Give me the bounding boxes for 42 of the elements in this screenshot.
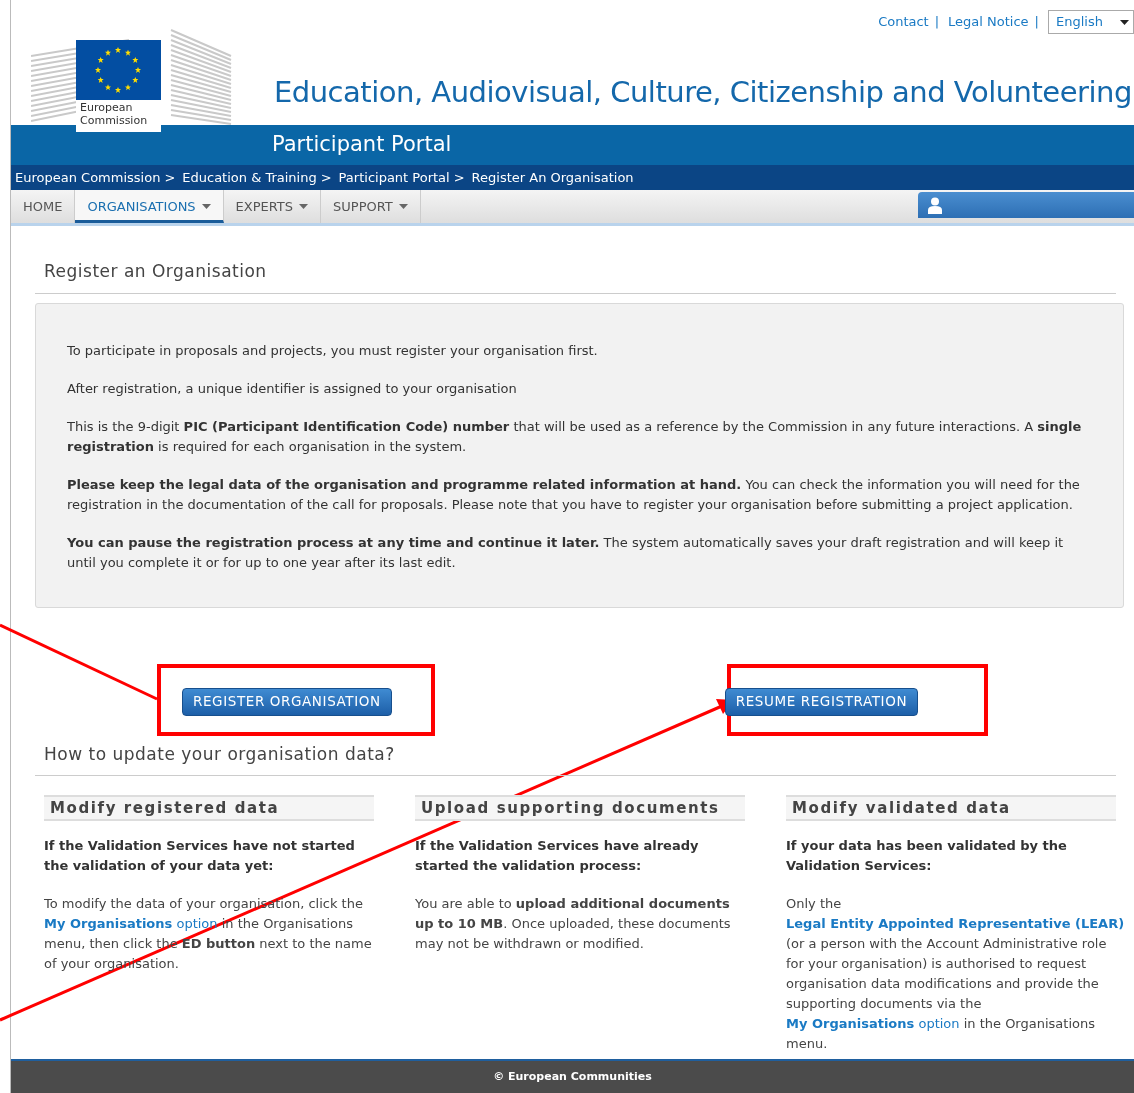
info-paragraph: To participate in proposals and projects, you must register your organisation first. xyxy=(67,341,599,360)
logo-caption: European Commission xyxy=(76,100,161,132)
breadcrumb-separator: > xyxy=(320,168,332,187)
inline-link[interactable]: Legal Entity Appointed Representative (LEAR) xyxy=(786,916,1125,931)
column-heading: Modify registered data xyxy=(44,795,374,821)
nav-tab[interactable]: ORGANISATIONS xyxy=(75,190,224,223)
action-button[interactable]: RESUME REGISTRATION xyxy=(724,687,919,716)
top-link[interactable]: Contact xyxy=(878,12,929,32)
column-text: You are able to upload additional documents up to 10 MB. Once uploaded, these documents may not be withdrawn or modified. xyxy=(415,895,732,953)
footer-text: © European Communities xyxy=(493,1068,652,1085)
language-select[interactable]: English xyxy=(1048,10,1134,34)
user-field[interactable] xyxy=(918,192,1134,218)
breadcrumb-link[interactable]: European Commission xyxy=(15,167,161,188)
link-separator: | xyxy=(934,13,940,32)
info-paragraph: After registration, a unique identifier is assigned to your organisation xyxy=(67,379,518,398)
breadcrumb-link[interactable]: Register An Organisation xyxy=(471,167,634,188)
column-lead: If the Validation Services have not started the validation of your data yet: xyxy=(44,837,356,875)
action-button[interactable]: REGISTER ORGANISATION xyxy=(182,687,392,716)
breadcrumb-separator: > xyxy=(164,168,176,187)
nav-tab[interactable]: SUPPORT xyxy=(321,190,421,223)
section-title: How to update your organisation data? xyxy=(35,741,1116,776)
breadcrumb-link[interactable]: Education & Training xyxy=(182,167,317,188)
inline-link[interactable]: My Organisations option xyxy=(786,1016,960,1031)
portal-subtitle: Participant Portal xyxy=(272,131,452,159)
column-heading: Upload supporting documents xyxy=(415,795,745,821)
column-lead: If your data has been validated by the Validation Services: xyxy=(786,837,1068,875)
nav-tab[interactable]: EXPERTS xyxy=(223,190,322,223)
portal-title: Education, Audiovisual, Culture, Citizenship and Volunteering xyxy=(274,78,1132,107)
eu-flag-icon xyxy=(76,40,161,100)
person-icon xyxy=(928,196,942,214)
inline-link[interactable]: My Organisations option xyxy=(44,916,218,931)
info-paragraph: This is the 9-digit PIC (Participant Identification Code) number that will be used as a reference by the Commission in any future interactions. A single registration is required for each organisation in the system. xyxy=(67,417,1083,456)
breadcrumb-link[interactable]: Participant Portal xyxy=(338,167,450,188)
link-separator: | xyxy=(1034,13,1039,32)
info-paragraph: Please keep the legal data of the organisation and programme related information at hand. You can check the information you will need for the registration in the documentation of the call for proposals. Please note that you have to register your organisation before submitting a project application. xyxy=(67,475,1081,514)
info-paragraph: You can pause the registration process at any time and continue it later. The system automatically saves your draft registration and will keep it until you complete it or for up to one year after its last edit. xyxy=(67,533,1065,572)
page-title: Register an Organisation xyxy=(35,259,1116,294)
caret-icon xyxy=(1120,19,1129,25)
column-lead: If the Validation Services have already started the validation process: xyxy=(415,837,700,875)
breadcrumb-separator: > xyxy=(453,168,465,187)
column-heading: Modify validated data xyxy=(786,795,1116,821)
top-link[interactable]: Legal Notice xyxy=(948,12,1029,32)
